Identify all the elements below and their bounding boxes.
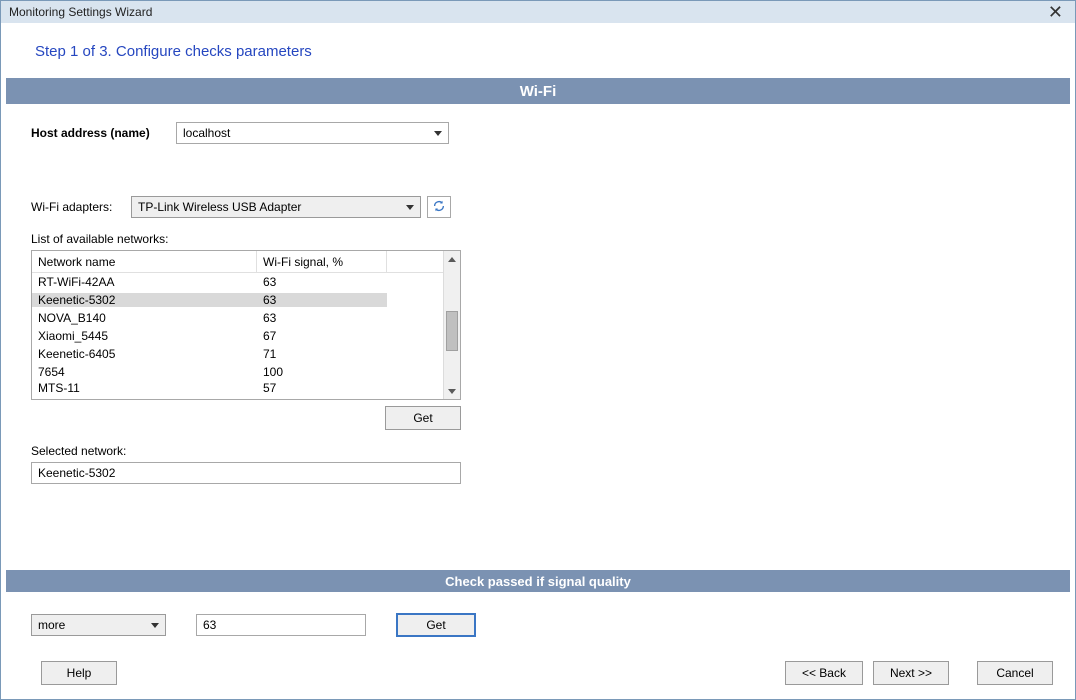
chevron-down-icon: [402, 205, 418, 210]
cell-network-name: NOVA_B140: [32, 311, 257, 325]
section-header-wifi: Wi-Fi: [6, 78, 1070, 104]
wizard-window: Monitoring Settings Wizard ✕ Step 1 of 3…: [0, 0, 1076, 700]
listview-header: Network name Wi-Fi signal, %: [32, 251, 443, 273]
host-dropdown[interactable]: localhost: [176, 122, 449, 144]
cell-network-name: MTS-11: [32, 381, 257, 395]
step-title: Step 1 of 3. Configure checks parameters: [1, 23, 1075, 78]
get-networks-row: Get: [31, 406, 461, 430]
chevron-down-icon: [430, 131, 446, 136]
listview-rows: RT-WiFi-42AA63Keenetic-530263NOVA_B14063…: [32, 273, 443, 395]
adapters-label: Wi-Fi adapters:: [31, 200, 131, 214]
next-button[interactable]: Next >>: [873, 661, 949, 685]
cell-signal: 100: [257, 365, 387, 379]
table-row[interactable]: 7654100: [32, 363, 443, 381]
adapters-dropdown-value: TP-Link Wireless USB Adapter: [138, 200, 301, 214]
networks-list-label: List of available networks:: [31, 232, 1075, 246]
networks-listview[interactable]: Network name Wi-Fi signal, % RT-WiFi-42A…: [31, 250, 461, 400]
cell-network-name: 7654: [32, 365, 257, 379]
section-header-check: Check passed if signal quality: [6, 570, 1070, 592]
col-header-spacer: [387, 251, 443, 272]
help-button[interactable]: Help: [41, 661, 117, 685]
window-title: Monitoring Settings Wizard: [9, 5, 152, 19]
threshold-row: more Get: [31, 613, 476, 637]
footer-buttons: Help << Back Next >> Cancel: [1, 661, 1075, 685]
cell-signal: 63: [257, 275, 387, 289]
get-threshold-button[interactable]: Get: [396, 613, 476, 637]
wifi-pane: Host address (name) localhost Wi-Fi adap…: [1, 104, 1075, 484]
cell-network-name: Keenetic-5302: [32, 293, 257, 307]
table-row[interactable]: NOVA_B14063: [32, 309, 443, 327]
listview-body: Network name Wi-Fi signal, % RT-WiFi-42A…: [32, 251, 443, 399]
refresh-button[interactable]: [427, 196, 451, 218]
cell-signal: 67: [257, 329, 387, 343]
cell-network-name: Keenetic-6405: [32, 347, 257, 361]
cell-signal: 63: [257, 311, 387, 325]
table-row[interactable]: Xiaomi_544567: [32, 327, 443, 345]
content-area: Step 1 of 3. Configure checks parameters…: [1, 23, 1075, 699]
host-row: Host address (name) localhost: [31, 122, 1075, 144]
adapters-row: Wi-Fi adapters: TP-Link Wireless USB Ada…: [31, 196, 1075, 218]
col-header-signal[interactable]: Wi-Fi signal, %: [257, 251, 387, 272]
host-dropdown-value: localhost: [183, 126, 230, 140]
close-icon[interactable]: ✕: [1042, 3, 1069, 21]
cell-signal: 63: [257, 293, 387, 307]
table-row[interactable]: Keenetic-640571: [32, 345, 443, 363]
listview-scrollbar[interactable]: [443, 251, 460, 399]
table-row[interactable]: MTS-1157: [32, 381, 443, 395]
cell-network-name: RT-WiFi-42AA: [32, 275, 257, 289]
scroll-up-icon[interactable]: [444, 251, 460, 267]
comparator-value: more: [38, 618, 65, 632]
chevron-down-icon: [147, 623, 163, 628]
cell-signal: 57: [257, 381, 387, 395]
adapters-dropdown[interactable]: TP-Link Wireless USB Adapter: [131, 196, 421, 218]
threshold-value-input[interactable]: [196, 614, 366, 636]
scroll-down-icon[interactable]: [444, 383, 460, 399]
cell-network-name: Xiaomi_5445: [32, 329, 257, 343]
get-networks-button[interactable]: Get: [385, 406, 461, 430]
selected-network-input[interactable]: [31, 462, 461, 484]
back-button[interactable]: << Back: [785, 661, 863, 685]
table-row[interactable]: Keenetic-530263: [32, 291, 443, 309]
col-header-name[interactable]: Network name: [32, 251, 257, 272]
comparator-dropdown[interactable]: more: [31, 614, 166, 636]
networks-listview-wrap: Network name Wi-Fi signal, % RT-WiFi-42A…: [31, 250, 461, 430]
selected-network-label: Selected network:: [31, 444, 1075, 458]
refresh-icon: [432, 199, 446, 216]
scroll-thumb[interactable]: [446, 311, 458, 351]
table-row[interactable]: RT-WiFi-42AA63: [32, 273, 443, 291]
cancel-button[interactable]: Cancel: [977, 661, 1053, 685]
cell-signal: 71: [257, 347, 387, 361]
host-label: Host address (name): [31, 126, 176, 140]
title-bar: Monitoring Settings Wizard ✕: [1, 1, 1075, 23]
